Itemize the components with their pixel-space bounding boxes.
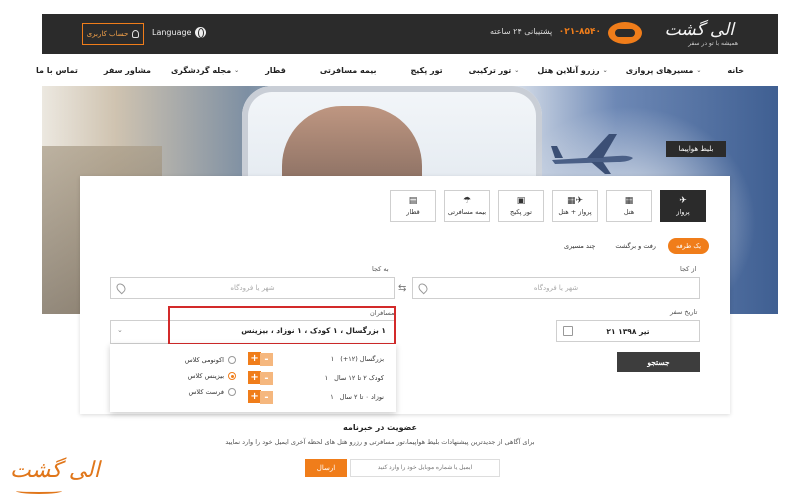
class-option-business[interactable]: بیزینس کلاس (176, 370, 236, 382)
radio-selected-icon (228, 372, 236, 380)
passenger-type: نوزاد ۰ تا ۲ سال (339, 392, 384, 401)
annotation-highlight (168, 306, 396, 345)
nav-item-hotel-booking[interactable]: رزرو آنلاین هتل ⌄ (537, 66, 607, 75)
tab-flight-hotel[interactable]: ▦✈ پرواز + هتل (552, 190, 598, 222)
watermark-swoosh-icon (16, 488, 62, 494)
nav-item-contact[interactable]: تماس با ما (36, 66, 78, 75)
support-text: پشتیبانی ۲۴ ساعته (490, 27, 553, 36)
tab-train[interactable]: ▤ قطار (390, 190, 436, 222)
trip-multi-city[interactable]: چند مسیری (556, 238, 603, 254)
watermark-logo: الی گشت (10, 458, 100, 483)
tab-hotel[interactable]: ▦ هتل (606, 190, 652, 222)
class-option-first[interactable]: فرست کلاس (176, 386, 236, 398)
language-label: Language (152, 28, 192, 37)
newsletter-text: برای آگاهی از جدیدترین پیشنهادات بلیط هو… (225, 438, 535, 446)
passengers-dropdown: + ۱ بزرگسال (۱۲+) + ۱ کودک ۲ تا ۱۲ سال +… (110, 344, 396, 412)
from-input[interactable]: شهر یا فرودگاه (412, 277, 700, 299)
nav-item-package-tour[interactable]: تور پکیج (411, 66, 443, 75)
decrease-button[interactable]: - (260, 372, 273, 385)
support-phone[interactable]: ۰۲۱-۸۵۴۰ (559, 27, 601, 37)
account-label: حساب کاربری (86, 30, 129, 38)
chevron-down-icon: ⌄ (602, 66, 608, 74)
chevron-down-icon: ⌄ (514, 66, 520, 74)
plane-icon: ✈ (679, 195, 687, 206)
passenger-type: بزرگسال (۱۲+) (340, 354, 384, 363)
flight-hotel-icon: ▦✈ (566, 195, 584, 206)
trip-one-way[interactable]: یک طرفه (667, 238, 709, 254)
chevron-down-icon: ⌄ (234, 66, 240, 74)
tab-travel-insurance[interactable]: ☂ بیمه مسافرتی (444, 190, 490, 222)
account-button[interactable]: حساب کاربری (82, 23, 144, 45)
calendar-icon (563, 326, 573, 336)
location-pin-icon (416, 281, 430, 295)
search-mode-tabs: ✈ پرواز ▦ هتل ▦✈ پرواز + هتل ▣ تور پکیج … (378, 190, 706, 222)
from-label: از کجا (680, 265, 697, 273)
newsletter-title: عضویت در خبرنامه (343, 423, 417, 432)
nav-item-travel-advisor[interactable]: مشاور سفر (104, 66, 151, 75)
airplane-icon (551, 134, 633, 174)
logo-name: الی گشت (664, 20, 734, 40)
logo-mark-icon (608, 22, 642, 44)
location-pin-icon (114, 281, 128, 295)
to-label: به کجا (372, 265, 389, 273)
hotel-icon: ▦ (624, 195, 634, 206)
brand-logo[interactable]: الی گشت همیشه با تو در سفر (582, 18, 762, 50)
search-button[interactable]: جستجو (617, 352, 700, 372)
trip-type-options: یک طرفه رفت و برگشت چند مسیری (556, 238, 709, 254)
train-icon: ▤ (408, 195, 418, 206)
date-label: تاریخ سفر (670, 308, 698, 316)
umbrella-icon: ☂ (462, 195, 472, 206)
radio-icon (228, 356, 236, 364)
globe-icon (195, 27, 207, 38)
date-input[interactable]: ۲۱ تیر ۱۳۹۸ (556, 320, 700, 342)
decrease-button[interactable]: - (260, 391, 273, 404)
tab-package-tour[interactable]: ▣ تور پکیج (498, 190, 544, 222)
chevron-down-icon: ⌄ (696, 66, 702, 74)
newsletter-input[interactable] (350, 459, 500, 477)
nav-item-train[interactable]: قطار (265, 66, 286, 75)
swap-icon[interactable]: ⇆ (398, 283, 406, 294)
logo-tagline: همیشه با تو در سفر (688, 40, 738, 47)
tab-flight[interactable]: ✈ پرواز (660, 190, 706, 222)
top-bar: الی گشت همیشه با تو در سفر ۰۲۱-۸۵۴۰ پشتی… (42, 14, 778, 54)
nav-item-home[interactable]: خانه (727, 66, 744, 75)
hero-tag: بلیط هواپیما (666, 141, 726, 157)
trip-round-trip[interactable]: رفت و برگشت (607, 238, 664, 254)
main-nav: خانه مسیرهای پروازی ⌄ رزرو آنلاین هتل ⌄ تو… (36, 54, 778, 86)
nav-item-travel-insurance[interactable]: بیمه مسافرتی (320, 66, 377, 75)
user-icon (132, 30, 140, 38)
decrease-button[interactable]: - (260, 353, 273, 366)
support-info: ۰۲۱-۸۵۴۰ پشتیبانی ۲۴ ساعته (490, 27, 601, 37)
language-switch[interactable]: Language (152, 27, 207, 38)
nav-item-flight-routes[interactable]: مسیرهای پروازی ⌄ (626, 66, 702, 75)
nav-item-magazine[interactable]: مجله گردشگری ⌄ (171, 66, 239, 75)
radio-icon (228, 388, 236, 396)
passenger-type: کودک ۲ تا ۱۲ سال (334, 373, 384, 382)
class-option-economy[interactable]: اکونومی کلاس (176, 354, 236, 366)
bus-icon: ▣ (516, 195, 526, 206)
nav-item-combined-tour[interactable]: تور ترکیبی ⌄ (469, 66, 520, 75)
to-input[interactable]: شهر یا فرودگاه (110, 277, 395, 299)
newsletter-submit-button[interactable]: ارسال (305, 459, 347, 477)
chevron-down-icon: ⌄ (117, 326, 123, 334)
